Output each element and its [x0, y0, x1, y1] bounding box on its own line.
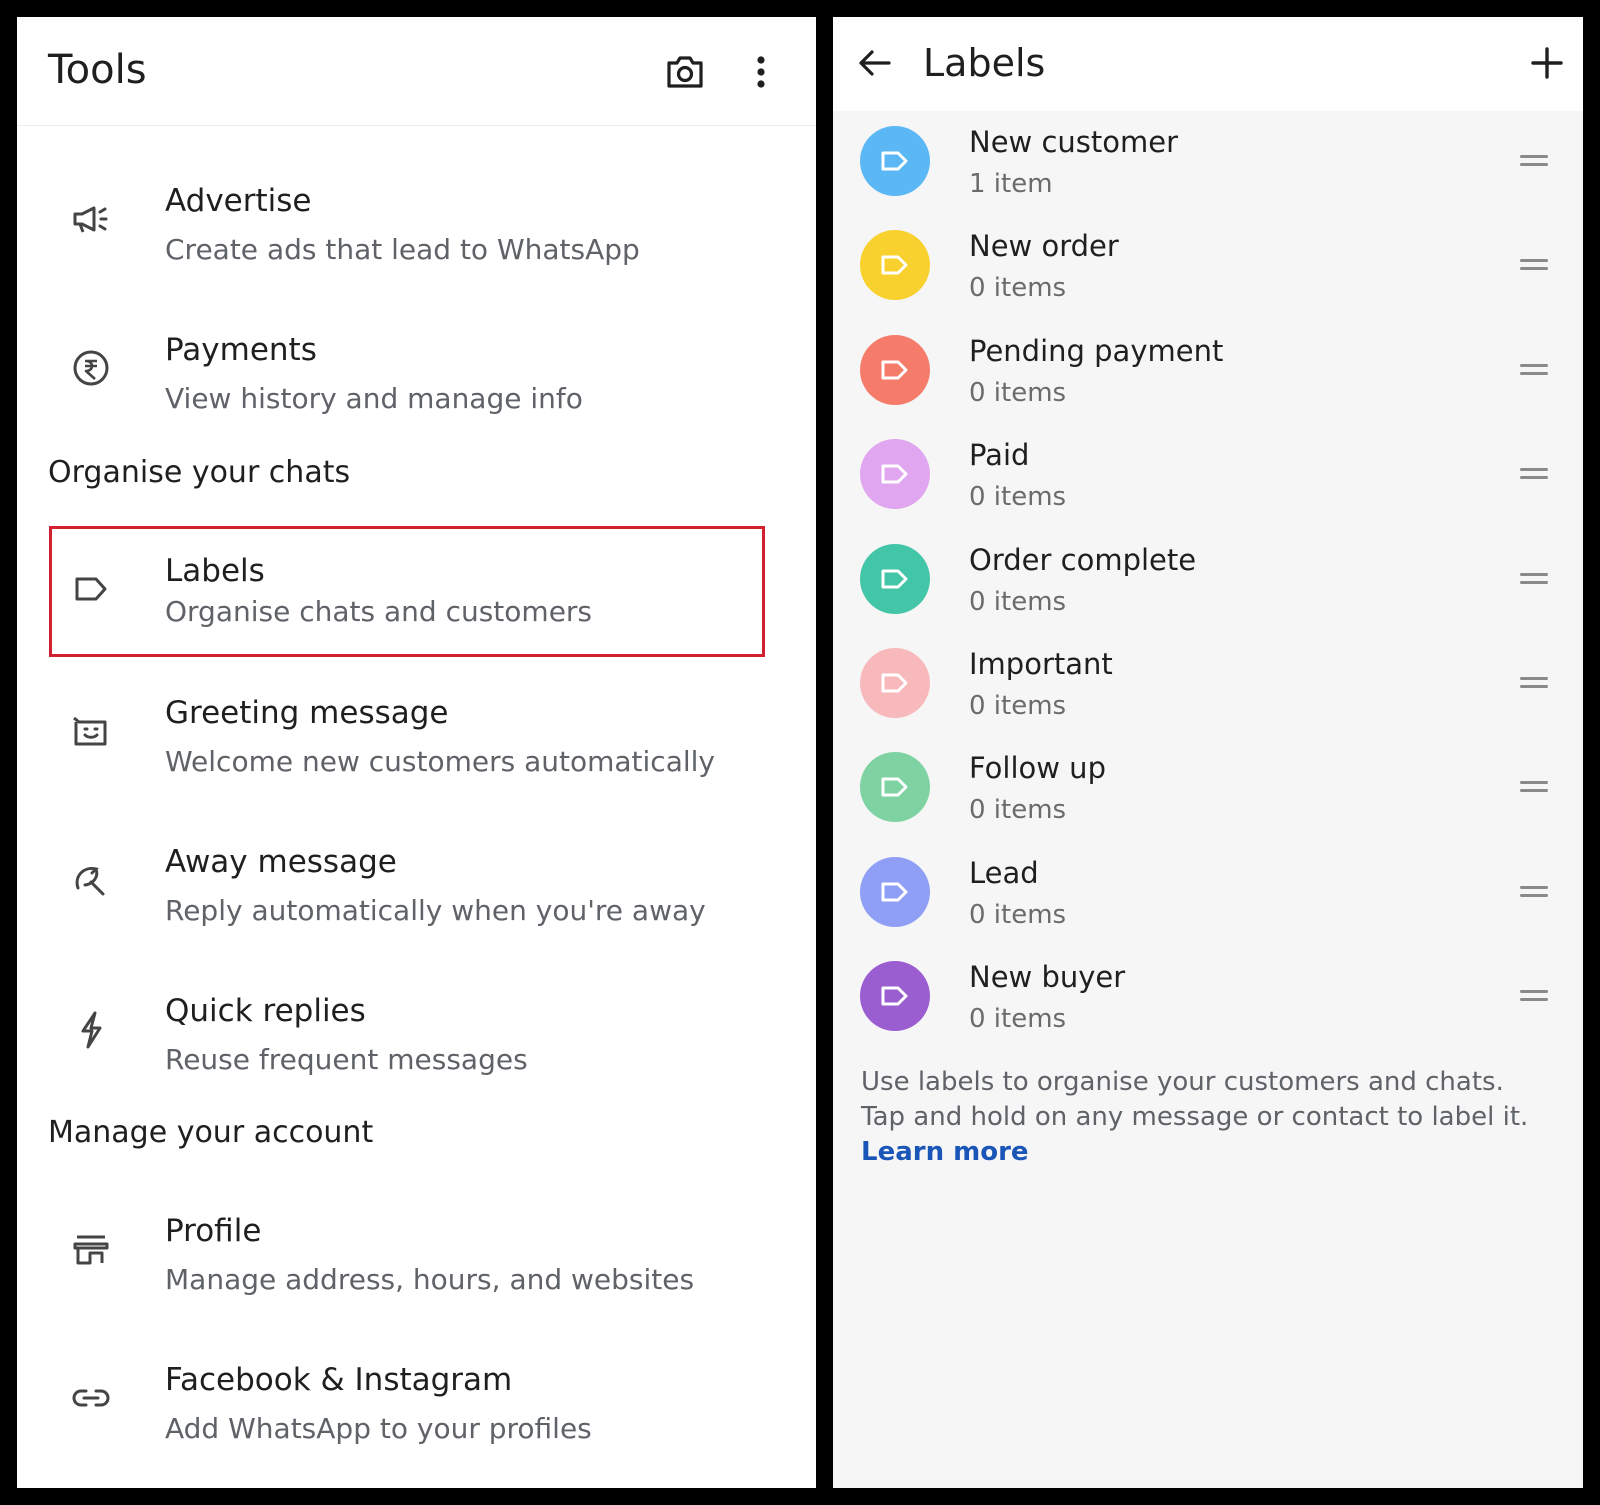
- tool-item-subtitle: Create ads that lead to WhatsApp: [165, 233, 640, 266]
- label-icon: [881, 464, 908, 484]
- label-row[interactable]: Order complete 0 items: [833, 529, 1583, 633]
- label-color-badge: [860, 544, 930, 614]
- drag-handle-icon[interactable]: [1520, 362, 1548, 378]
- drag-handle-icon[interactable]: [1520, 257, 1548, 273]
- lightning-icon: [69, 1007, 113, 1051]
- away-icon: [69, 858, 113, 902]
- back-arrow-icon[interactable]: [855, 43, 895, 83]
- camera-icon[interactable]: [663, 50, 707, 94]
- labels-screen: Labels New customer 1 item New order 0 item…: [833, 17, 1583, 1488]
- add-icon[interactable]: [1527, 43, 1567, 83]
- section-heading-manage: Manage your account: [48, 1115, 374, 1150]
- tool-item-subtitle: Reuse frequent messages: [165, 1043, 528, 1076]
- link-icon: [69, 1376, 113, 1420]
- tool-item-title: Advertise: [165, 183, 312, 219]
- label-count: 1 item: [969, 169, 1053, 199]
- label-name: New customer: [969, 125, 1179, 159]
- rupee-icon: [69, 346, 113, 390]
- label-name: Important: [969, 647, 1113, 681]
- label-color-badge: [860, 752, 930, 822]
- greeting-icon: [69, 709, 113, 753]
- label-row[interactable]: New order 0 items: [833, 215, 1583, 319]
- label-icon: [881, 673, 908, 693]
- info-line: Tap and hold on any message or contact t…: [861, 1102, 1529, 1132]
- label-count: 0 items: [969, 273, 1067, 303]
- drag-handle-icon[interactable]: [1520, 988, 1548, 1004]
- label-name: Order complete: [969, 543, 1197, 577]
- label-name: Follow up: [969, 751, 1106, 785]
- tool-item-title: Facebook & Instagram: [165, 1362, 513, 1398]
- label-name: Lead: [969, 856, 1039, 890]
- tool-item-subtitle: Add WhatsApp to your profiles: [165, 1412, 592, 1445]
- label-row[interactable]: Pending payment 0 items: [833, 320, 1583, 424]
- drag-handle-icon[interactable]: [1520, 153, 1548, 169]
- label-count: 0 items: [969, 587, 1067, 617]
- label-row[interactable]: Follow up 0 items: [833, 737, 1583, 841]
- label-color-badge: [860, 230, 930, 300]
- label-row[interactable]: Important 0 items: [833, 633, 1583, 737]
- label-icon: [881, 255, 908, 275]
- drag-handle-icon[interactable]: [1520, 466, 1548, 482]
- tools-screen: Tools Advertise Create ads that lead to …: [17, 17, 816, 1488]
- tool-item-facebook-instagram[interactable]: Facebook & Instagram Add WhatsApp to you…: [17, 1336, 816, 1466]
- label-name: New order: [969, 229, 1119, 263]
- label-name: Paid: [969, 438, 1030, 472]
- label-icon: [881, 151, 908, 171]
- tool-item-subtitle: Welcome new customers automatically: [165, 745, 715, 778]
- drag-handle-icon[interactable]: [1520, 779, 1548, 795]
- learn-more-link[interactable]: Learn more: [861, 1135, 1561, 1170]
- tool-item-quick-replies[interactable]: Quick replies Reuse frequent messages: [17, 967, 816, 1097]
- label-icon: [881, 882, 908, 902]
- label-count: 0 items: [969, 900, 1067, 930]
- label-count: 0 items: [969, 795, 1067, 825]
- tool-item-title: Quick replies: [165, 993, 366, 1029]
- page-title: Labels: [923, 41, 1046, 85]
- tools-header: Tools: [17, 17, 816, 126]
- label-row[interactable]: Paid 0 items: [833, 424, 1583, 528]
- label-count: 0 items: [969, 1004, 1067, 1034]
- label-icon: [881, 777, 908, 797]
- label-count: 0 items: [969, 482, 1067, 512]
- tool-item-greeting-message[interactable]: Greeting message Welcome new customers a…: [17, 669, 816, 799]
- label-icon: [881, 986, 908, 1006]
- label-name: Pending payment: [969, 334, 1224, 368]
- tool-item-payments[interactable]: Payments View history and manage info: [17, 306, 816, 436]
- drag-handle-icon[interactable]: [1520, 675, 1548, 691]
- label-color-badge: [860, 857, 930, 927]
- store-icon: [69, 1227, 113, 1271]
- tool-item-subtitle: View history and manage info: [165, 382, 583, 415]
- label-row[interactable]: New customer 1 item: [833, 111, 1583, 215]
- labels-header: Labels: [833, 17, 1583, 111]
- label-color-badge: [860, 439, 930, 509]
- drag-handle-icon[interactable]: [1520, 571, 1548, 587]
- label-color-badge: [860, 961, 930, 1031]
- page-title: Tools: [48, 47, 147, 93]
- section-heading-organise: Organise your chats: [48, 455, 351, 490]
- highlight-box: [49, 526, 765, 657]
- label-name: New buyer: [969, 960, 1126, 994]
- label-row[interactable]: New buyer 0 items: [833, 946, 1583, 1050]
- tool-item-subtitle: Manage address, hours, and websites: [165, 1263, 695, 1296]
- label-row[interactable]: Lead 0 items: [833, 842, 1583, 946]
- label-color-badge: [860, 648, 930, 718]
- tool-item-title: Profile: [165, 1213, 262, 1249]
- label-color-badge: [860, 126, 930, 196]
- label-icon: [881, 360, 908, 380]
- label-icon: [881, 569, 908, 589]
- tool-item-title: Greeting message: [165, 695, 449, 731]
- tool-item-subtitle: Reply automatically when you're away: [165, 894, 706, 927]
- label-color-badge: [860, 335, 930, 405]
- label-count: 0 items: [969, 691, 1067, 721]
- tool-item-away-message[interactable]: Away message Reply automatically when yo…: [17, 818, 816, 948]
- more-vert-icon[interactable]: [739, 50, 783, 94]
- drag-handle-icon[interactable]: [1520, 884, 1548, 900]
- tool-item-title: Payments: [165, 332, 317, 368]
- tool-item-advertise[interactable]: Advertise Create ads that lead to WhatsA…: [17, 157, 816, 287]
- info-line: Use labels to organise your customers an…: [861, 1067, 1504, 1097]
- label-count: 0 items: [969, 378, 1067, 408]
- tool-item-profile[interactable]: Profile Manage address, hours, and websi…: [17, 1187, 816, 1317]
- labels-info: Use labels to organise your customers an…: [861, 1065, 1561, 1170]
- megaphone-icon: [69, 197, 113, 241]
- tool-item-title: Away message: [165, 844, 397, 880]
